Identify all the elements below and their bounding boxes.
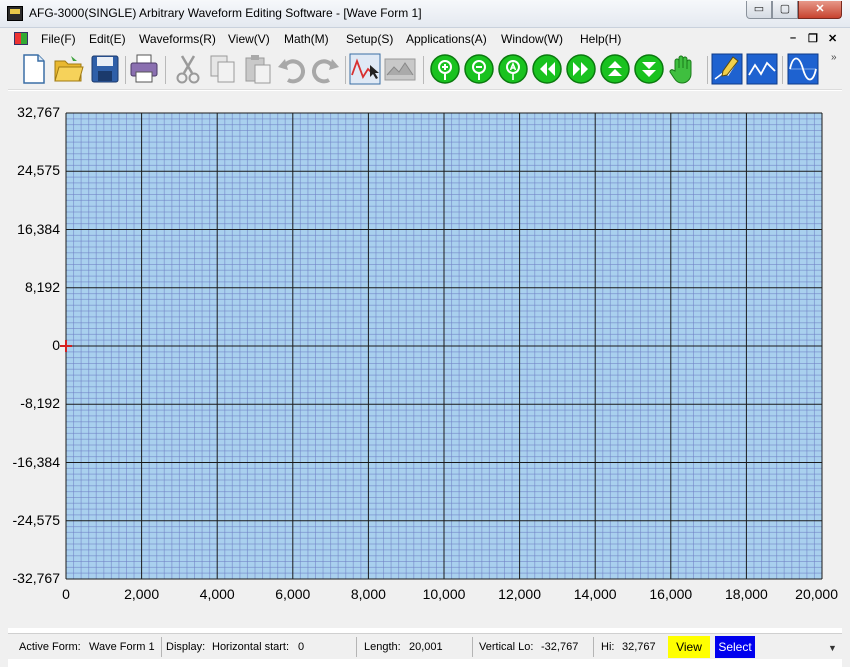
horizontal-start-value: 0	[298, 641, 305, 653]
x-tick-label: 12,000	[498, 586, 542, 602]
toolbar-separator	[707, 56, 708, 84]
x-tick-label: 18,000	[724, 586, 768, 602]
hi-value: 32,767	[622, 641, 656, 653]
toolbar-separator	[345, 56, 346, 84]
menu-bar: File(F) Edit(E) Waveforms(R) View(V) Mat…	[0, 28, 850, 50]
status-separator	[356, 637, 357, 657]
mdi-restore-button[interactable]: ❐	[808, 32, 818, 45]
status-bar: Active Form: Wave Form 1 Display: Horizo…	[8, 633, 842, 659]
app-icon[interactable]	[7, 6, 23, 21]
toolbar-separator	[165, 56, 166, 84]
x-tick-label: 10,000	[422, 586, 466, 602]
maximize-button[interactable]: ▢	[772, 1, 798, 19]
y-tick-label: -24,575	[12, 511, 60, 528]
window-title: AFG-3000(SINGLE) Arbitrary Waveform Edit…	[29, 6, 422, 20]
zoom-out-icon[interactable]	[463, 53, 495, 85]
y-tick-label: -8,192	[20, 395, 60, 412]
menu-edit[interactable]: Edit(E)	[89, 32, 126, 46]
y-tick-label: -16,384	[12, 453, 60, 470]
x-tick-label: 16,000	[649, 586, 693, 602]
save-disk-icon[interactable]	[89, 53, 121, 85]
image-wave-icon[interactable]	[384, 53, 416, 85]
cut-icon[interactable]	[172, 53, 204, 85]
close-button[interactable]: ✕	[798, 1, 842, 19]
status-separator	[593, 637, 594, 657]
y-tick-label: 24,575	[17, 162, 60, 179]
toolbar: »	[0, 50, 850, 90]
copy-icon[interactable]	[207, 53, 239, 85]
x-tick-label: 8,000	[350, 586, 386, 602]
hi-label: Hi:	[601, 641, 615, 653]
x-tick-label: 14,000	[573, 586, 617, 602]
zoom-auto-icon[interactable]	[497, 53, 529, 85]
waveform-chart[interactable]	[8, 91, 842, 628]
x-tick-label: 4,000	[199, 586, 235, 602]
horizontal-start-label: Horizontal start:	[212, 641, 290, 653]
scroll-left-icon[interactable]	[531, 53, 563, 85]
menu-setup[interactable]: Setup(S)	[346, 32, 393, 46]
scroll-down-icon[interactable]	[633, 53, 665, 85]
toolbar-separator	[125, 56, 126, 84]
x-tick-label: 20,000	[795, 586, 838, 602]
y-tick-label: 8,192	[24, 278, 60, 295]
y-tick-label: 0	[52, 337, 60, 353]
menu-applications[interactable]: Applications(A)	[406, 32, 487, 46]
menu-math[interactable]: Math(M)	[284, 32, 329, 46]
waveform-plot-area: 32,767 24,575 16,384 8,192 0 -8,192 -16,384 -24…	[8, 91, 842, 628]
view-button[interactable]: View	[668, 636, 710, 658]
menu-view[interactable]: View(V)	[228, 32, 270, 46]
status-dropdown-button[interactable]: ▼	[828, 643, 837, 653]
y-tick-label: 16,384	[17, 220, 60, 237]
status-separator	[161, 637, 162, 657]
new-file-icon[interactable]	[18, 53, 50, 85]
menu-window[interactable]: Window(W)	[501, 32, 563, 46]
zoom-in-icon[interactable]	[429, 53, 461, 85]
active-form-label: Active Form:	[19, 641, 81, 653]
y-tick-label: 32,767	[17, 104, 60, 120]
x-tick-label: 0	[62, 586, 70, 602]
length-label: Length:	[364, 641, 401, 653]
active-form-value: Wave Form 1	[89, 641, 155, 653]
document-icon[interactable]	[14, 32, 28, 45]
toolbar-separator	[423, 56, 424, 84]
undo-icon[interactable]	[276, 53, 308, 85]
paste-icon[interactable]	[242, 53, 274, 85]
open-folder-icon[interactable]	[53, 53, 85, 85]
vertical-lo-value: -32,767	[541, 641, 579, 653]
redo-icon[interactable]	[309, 53, 341, 85]
minimize-button[interactable]: ▭	[746, 1, 772, 19]
scroll-up-icon[interactable]	[599, 53, 631, 85]
mdi-close-button[interactable]: ✕	[828, 32, 837, 45]
hand-pan-icon[interactable]	[667, 53, 699, 85]
point-draw-icon[interactable]	[746, 53, 778, 85]
status-separator	[472, 637, 473, 657]
y-tick-label: -32,767	[12, 570, 60, 586]
length-value: 20,001	[409, 641, 443, 653]
menu-file[interactable]: File(F)	[41, 32, 76, 46]
x-tick-label: 2,000	[124, 586, 160, 602]
toolbar-separator	[782, 56, 783, 84]
x-tick-label: 6,000	[275, 586, 311, 602]
vertical-lo-label: Vertical Lo:	[479, 641, 534, 653]
display-label: Display:	[166, 641, 206, 653]
cursor-wave-icon[interactable]	[349, 53, 381, 85]
window-frame-left	[0, 50, 8, 667]
pen-draw-icon[interactable]	[711, 53, 743, 85]
menu-waveforms[interactable]: Waveforms(R)	[139, 32, 216, 46]
scroll-right-icon[interactable]	[565, 53, 597, 85]
title-bar: AFG-3000(SINGLE) Arbitrary Waveform Edit…	[0, 0, 850, 28]
select-button[interactable]: Select	[715, 636, 755, 658]
toolbar-overflow-button[interactable]: »	[831, 52, 837, 63]
mdi-minimize-button[interactable]: –	[790, 32, 796, 44]
menu-help[interactable]: Help(H)	[580, 32, 621, 46]
window-frame-right	[842, 50, 850, 667]
sine-wave-icon[interactable]	[787, 53, 819, 85]
print-icon[interactable]	[128, 53, 160, 85]
